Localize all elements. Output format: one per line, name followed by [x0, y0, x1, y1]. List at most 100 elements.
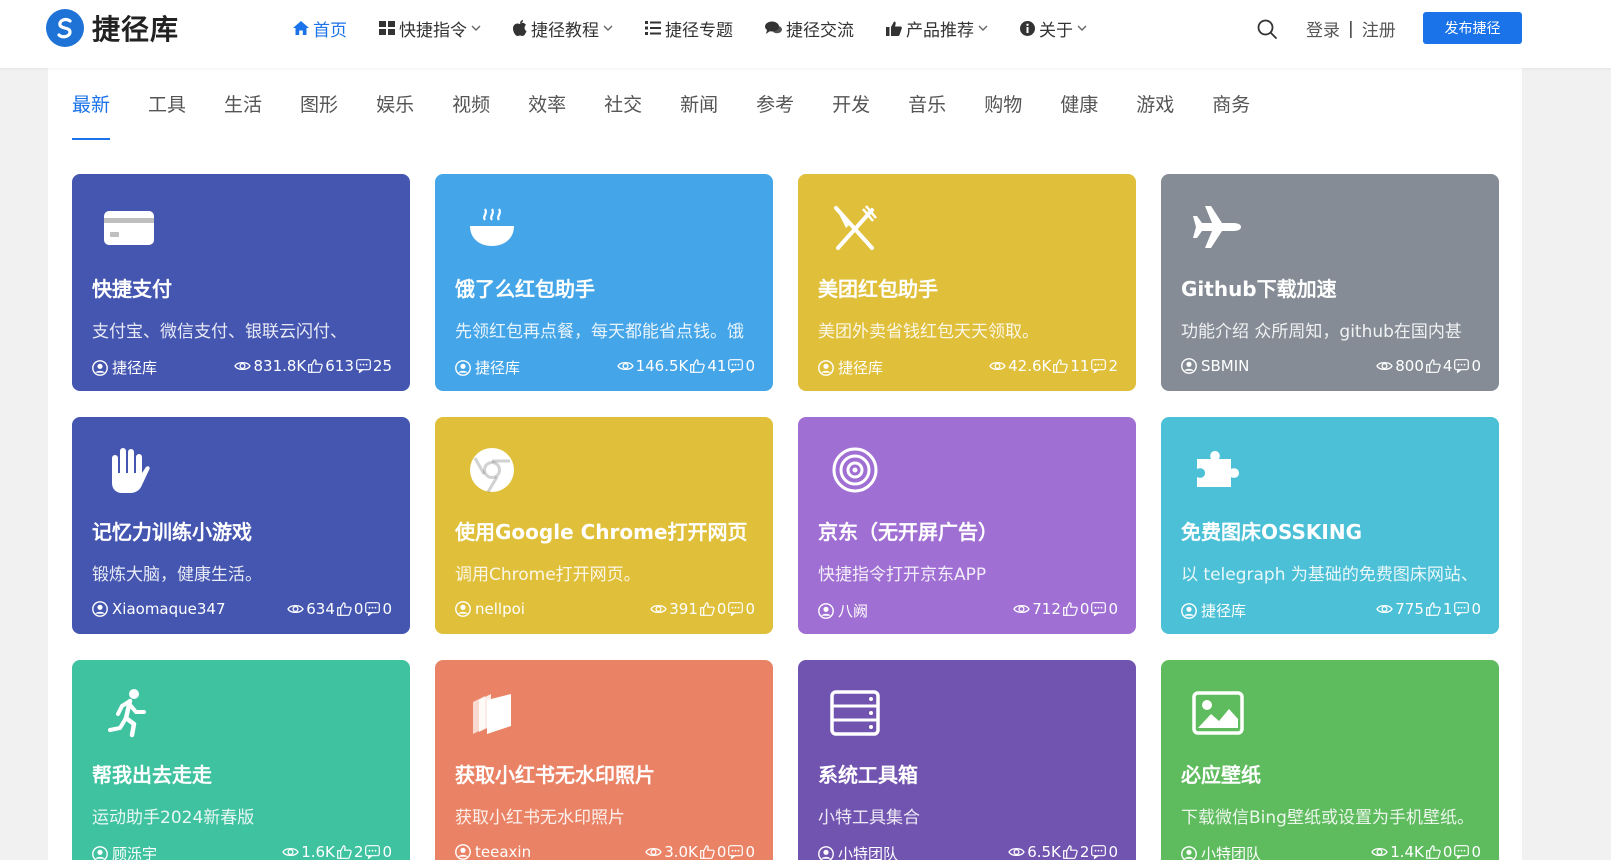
shortcut-card[interactable]: 京东（无开屏广告） 快捷指令打开京东APP 八阙 712 0 0: [798, 417, 1136, 634]
views-count: 391: [669, 600, 698, 618]
tab-category-13[interactable]: 健康: [1060, 90, 1098, 140]
card-author[interactable]: 小特团队: [818, 843, 898, 860]
thumbs-up-icon: [688, 359, 707, 373]
tab-category-7[interactable]: 社交: [604, 90, 642, 140]
card-title[interactable]: 必应壁纸: [1181, 759, 1261, 788]
comments-count: 2: [1108, 357, 1118, 375]
thumbs-up-icon: [335, 845, 354, 859]
thumbs-up-icon: [1424, 845, 1443, 859]
shortcut-card[interactable]: 快捷支付 支付宝、微信支付、银联云闪付、 捷径库 831.8K 613 25: [72, 174, 410, 391]
publish-button[interactable]: 发布捷径: [1423, 12, 1522, 44]
shortcut-card[interactable]: 使用Google Chrome打开网页 调用Chrome打开网页。 nellpo…: [435, 417, 773, 634]
comment-icon: [1089, 359, 1108, 373]
thumbs-up-icon: [335, 602, 354, 616]
views-count: 1.4K: [1390, 843, 1424, 860]
tab-category-4[interactable]: 娱乐: [376, 90, 414, 140]
card-title[interactable]: 饿了么红包助手: [455, 273, 595, 302]
card-author[interactable]: 捷径库: [1181, 600, 1246, 621]
card-title[interactable]: 系统工具箱: [818, 759, 918, 788]
nav-item-6[interactable]: 关于: [1020, 16, 1087, 41]
tab-category-10[interactable]: 开发: [832, 90, 870, 140]
comment-icon: [726, 359, 745, 373]
comment-icon: [363, 845, 382, 859]
tab-category-0[interactable]: 最新: [72, 90, 111, 140]
nav-item-3[interactable]: 捷径专题: [645, 16, 733, 41]
nav-item-label: 捷径交流: [786, 20, 854, 41]
tab-category-8[interactable]: 新闻: [680, 90, 718, 140]
comment-icon: [726, 845, 745, 859]
card-author[interactable]: nellpoi: [455, 600, 525, 618]
shortcut-card[interactable]: 获取小红书无水印照片 获取小红书无水印照片 teeaxin 3.0K 0 0: [435, 660, 773, 860]
card-title[interactable]: 帮我出去走走: [92, 759, 212, 788]
eye-icon: [1374, 603, 1395, 615]
login-link[interactable]: 登录: [1306, 16, 1340, 41]
likes-count: 0: [1079, 600, 1090, 618]
card-title[interactable]: 快捷支付: [92, 273, 172, 302]
chevron-down-icon: [1073, 25, 1087, 32]
card-stats: 634 0 0: [285, 600, 392, 618]
card-title[interactable]: 记忆力训练小游戏: [92, 516, 252, 545]
card-title[interactable]: 获取小红书无水印照片: [455, 759, 655, 788]
card-author[interactable]: teeaxin: [455, 843, 531, 860]
register-link[interactable]: 注册: [1362, 16, 1396, 41]
card-author[interactable]: 小特团队: [1181, 843, 1261, 860]
eye-icon: [1374, 360, 1395, 372]
tab-category-6[interactable]: 效率: [528, 90, 566, 140]
shortcut-card[interactable]: 系统工具箱 小特工具集合 小特团队 6.5K 2 0: [798, 660, 1136, 860]
shortcut-card[interactable]: 必应壁纸 下载微信Bing壁纸或设置为手机壁纸。 小特团队 1.4K 0 0: [1161, 660, 1499, 860]
server-icon: [828, 688, 882, 738]
card-author[interactable]: 捷径库: [455, 357, 520, 378]
card-author[interactable]: SBMIN: [1181, 357, 1249, 375]
nav-item-1[interactable]: 快捷指令: [379, 16, 481, 41]
card-title[interactable]: 京东（无开屏广告）: [818, 516, 998, 545]
comments-count: 0: [382, 843, 392, 860]
card-author[interactable]: 捷径库: [92, 357, 157, 378]
shortcut-card[interactable]: Github下载加速 功能介绍 众所周知，github在国内甚 SBMIN 80…: [1161, 174, 1499, 391]
eye-icon: [987, 360, 1008, 372]
views-count: 146.5K: [635, 357, 689, 375]
nav-item-label: 产品推荐: [906, 20, 974, 41]
tab-category-15[interactable]: 商务: [1212, 90, 1250, 140]
card-title[interactable]: 使用Google Chrome打开网页: [455, 516, 748, 545]
card-author[interactable]: 八阙: [818, 600, 868, 621]
card-title[interactable]: Github下载加速: [1181, 273, 1337, 302]
card-author[interactable]: 捷径库: [818, 357, 883, 378]
shortcut-card[interactable]: 美团红包助手 美团外卖省钱红包天天领取。 捷径库 42.6K 11 2: [798, 174, 1136, 391]
card-author[interactable]: 顾泺宇: [92, 843, 157, 860]
nav-item-0[interactable]: 首页: [293, 16, 347, 41]
thumbs-up-icon: [306, 359, 325, 373]
site-logo[interactable]: 捷径库: [46, 8, 179, 48]
shortcut-card[interactable]: 饿了么红包助手 先领红包再点餐，每天都能省点钱。饿 捷径库 146.5K 41 …: [435, 174, 773, 391]
card-description: 美团外卖省钱红包天天领取。: [818, 322, 1039, 342]
tab-category-14[interactable]: 游戏: [1136, 90, 1174, 140]
nav-item-5[interactable]: 产品推荐: [886, 16, 988, 41]
card-stats: 6.5K 2 0: [1006, 843, 1118, 860]
user-icon: [92, 845, 112, 860]
views-count: 6.5K: [1027, 843, 1061, 860]
shortcut-card[interactable]: 帮我出去走走 运动助手2024新春版 顾泺宇 1.6K 2 0: [72, 660, 410, 860]
running-icon: [102, 688, 156, 738]
tab-category-3[interactable]: 图形: [300, 90, 338, 140]
category-tabs: 最新 工具 生活 图形 娱乐 视频 效率 社交 新闻 参考 开发 音乐 购物 健康 游戏 商务: [72, 90, 1288, 140]
card-author[interactable]: Xiaomaque347: [92, 600, 226, 618]
comment-icon: [1452, 359, 1471, 373]
thumbs-up-icon: [1061, 845, 1080, 859]
search-icon[interactable]: [1256, 18, 1278, 40]
likes-count: 0: [1442, 843, 1453, 860]
tab-category-11[interactable]: 音乐: [908, 90, 946, 140]
nav-item-2[interactable]: 捷径教程: [513, 16, 613, 41]
views-count: 775: [1395, 600, 1424, 618]
nav-item-4[interactable]: 捷径交流: [765, 16, 854, 41]
comments-count: 0: [1471, 357, 1481, 375]
tab-category-9[interactable]: 参考: [756, 90, 794, 140]
card-title[interactable]: 美团红包助手: [818, 273, 938, 302]
tab-category-2[interactable]: 生活: [224, 90, 262, 140]
tab-category-12[interactable]: 购物: [984, 90, 1022, 140]
shortcut-card[interactable]: 记忆力训练小游戏 锻炼大脑，健康生活。 Xiaomaque347 634 0 0: [72, 417, 410, 634]
tab-category-1[interactable]: 工具: [148, 90, 186, 140]
tab-category-5[interactable]: 视频: [452, 90, 490, 140]
shortcut-card[interactable]: 免费图床OSSKING 以 telegraph 为基础的免费图床网站、 捷径库 …: [1161, 417, 1499, 634]
eye-icon: [643, 846, 664, 858]
card-title[interactable]: 免费图床OSSKING: [1181, 516, 1362, 545]
comment-icon: [1089, 845, 1108, 859]
